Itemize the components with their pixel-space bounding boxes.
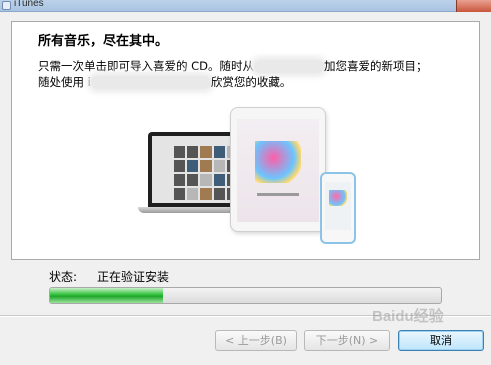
- next-button[interactable]: 下一步(N) >: [304, 330, 390, 351]
- description-line-2-end: 欣赏您的收藏。: [210, 75, 292, 89]
- description-line-1: 只需一次单击即可导入喜爱的 CD。随时从 加您喜爱的新项目；: [38, 58, 428, 74]
- progress-bar: [49, 287, 442, 304]
- page-heading: 所有音乐，尽在其中。: [38, 34, 169, 49]
- status-label: 状态:: [49, 270, 78, 284]
- progress-fill: [50, 288, 164, 303]
- window-close-button[interactable]: [456, 0, 491, 12]
- app-icon: [2, 1, 11, 10]
- cancel-button[interactable]: 取消: [398, 330, 484, 351]
- description-line-1-start: 只需一次单击即可导入喜爱的 CD。随时从: [38, 59, 255, 73]
- album-art-image: [329, 190, 347, 206]
- blurred-text: [254, 60, 325, 73]
- iphone-image: [320, 172, 356, 244]
- back-button[interactable]: < 上一步(B): [215, 330, 297, 351]
- ipad-image: [230, 107, 326, 232]
- window-title: iTunes: [14, 0, 44, 9]
- album-art-image: [255, 141, 301, 183]
- description-line-1-end: 加您喜爱的新项目；: [324, 59, 428, 73]
- devices-illustration: [138, 102, 364, 252]
- status-value: 正在验证安装: [97, 270, 170, 284]
- blurred-text: [90, 76, 211, 89]
- description-line-2: 随处使用 i 欣赏您的收藏。: [38, 74, 291, 90]
- title-bar: iTunes: [0, 0, 491, 12]
- description-line-2-start: 随处使用 i: [38, 75, 91, 89]
- watermark: Baidu经验: [372, 308, 444, 325]
- welcome-panel: 所有音乐，尽在其中。 只需一次单击即可导入喜爱的 CD。随时从 加您喜爱的新项目；…: [11, 21, 480, 260]
